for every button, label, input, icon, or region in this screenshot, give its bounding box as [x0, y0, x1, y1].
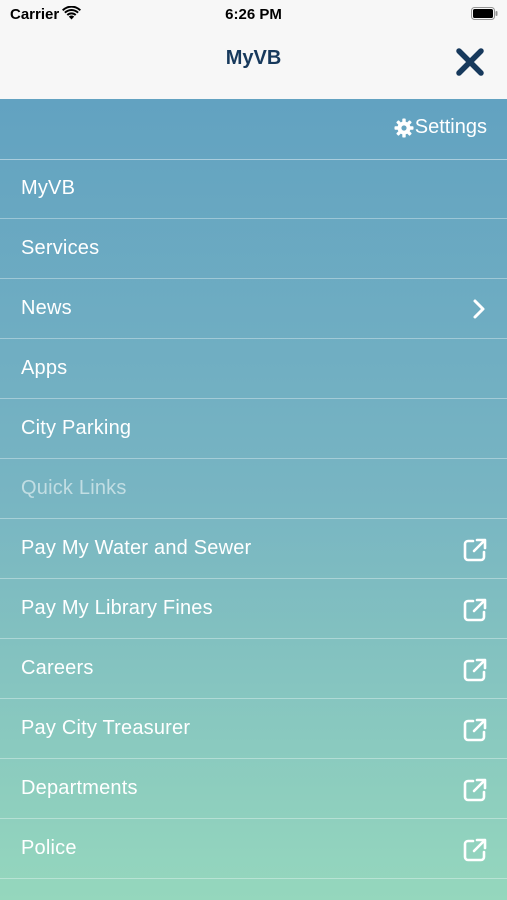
menu-item-careers[interactable]: Careers: [0, 639, 507, 699]
menu-item-news[interactable]: News: [0, 279, 507, 339]
menu-item-label: Services: [21, 237, 100, 259]
menu-item-label: City Parking: [21, 417, 132, 439]
menu-item-label: Police: [21, 837, 77, 859]
menu-item-label: Pay My Water and Sewer: [21, 537, 252, 559]
status-time: 6:26 PM: [225, 6, 282, 23]
menu-item-label: Pay City Treasurer: [21, 717, 191, 739]
menu-item-departments[interactable]: Departments: [0, 759, 507, 819]
status-bar: Carrier 6:26 PM: [0, 0, 507, 30]
menu-item-label: Careers: [21, 657, 94, 679]
gear-icon: [394, 118, 414, 137]
menu-item-apps[interactable]: Apps: [0, 339, 507, 399]
side-menu: Settings MyVB Services News Apps City Pa…: [0, 99, 507, 900]
section-header-label: Quick Links: [21, 477, 127, 499]
menu-item-label: News: [21, 297, 72, 319]
external-link-icon: [463, 538, 487, 562]
menu-item-myvb[interactable]: MyVB: [0, 159, 507, 219]
close-icon[interactable]: [452, 44, 488, 80]
menu-item-pay-water-sewer[interactable]: Pay My Water and Sewer: [0, 519, 507, 579]
menu-item-city-parking[interactable]: City Parking: [0, 399, 507, 459]
page-title: MyVB: [225, 47, 282, 69]
menu-item-police[interactable]: Police: [0, 819, 507, 879]
settings-button[interactable]: Settings: [394, 116, 487, 139]
menu-item-label: MyVB: [21, 177, 76, 199]
menu-item-pay-library-fines[interactable]: Pay My Library Fines: [0, 579, 507, 639]
external-link-icon: [463, 718, 487, 742]
settings-label: Settings: [414, 116, 487, 138]
battery-icon: [471, 7, 498, 20]
menu-item-services[interactable]: Services: [0, 219, 507, 279]
menu-item-label: Apps: [21, 357, 68, 379]
external-link-icon: [463, 838, 487, 862]
menu-list: MyVB Services News Apps City Parking Qui…: [0, 159, 507, 879]
external-link-icon: [463, 598, 487, 622]
menu-item-label: Departments: [21, 777, 138, 799]
chevron-right-icon: [473, 299, 485, 319]
menu-item-label: Pay My Library Fines: [21, 597, 213, 619]
section-header-quick-links: Quick Links: [0, 459, 507, 519]
navigation-bar: MyVB: [0, 30, 507, 99]
settings-row: Settings: [0, 99, 507, 160]
external-link-icon: [463, 658, 487, 682]
menu-item-pay-city-treasurer[interactable]: Pay City Treasurer: [0, 699, 507, 759]
external-link-icon: [463, 778, 487, 802]
